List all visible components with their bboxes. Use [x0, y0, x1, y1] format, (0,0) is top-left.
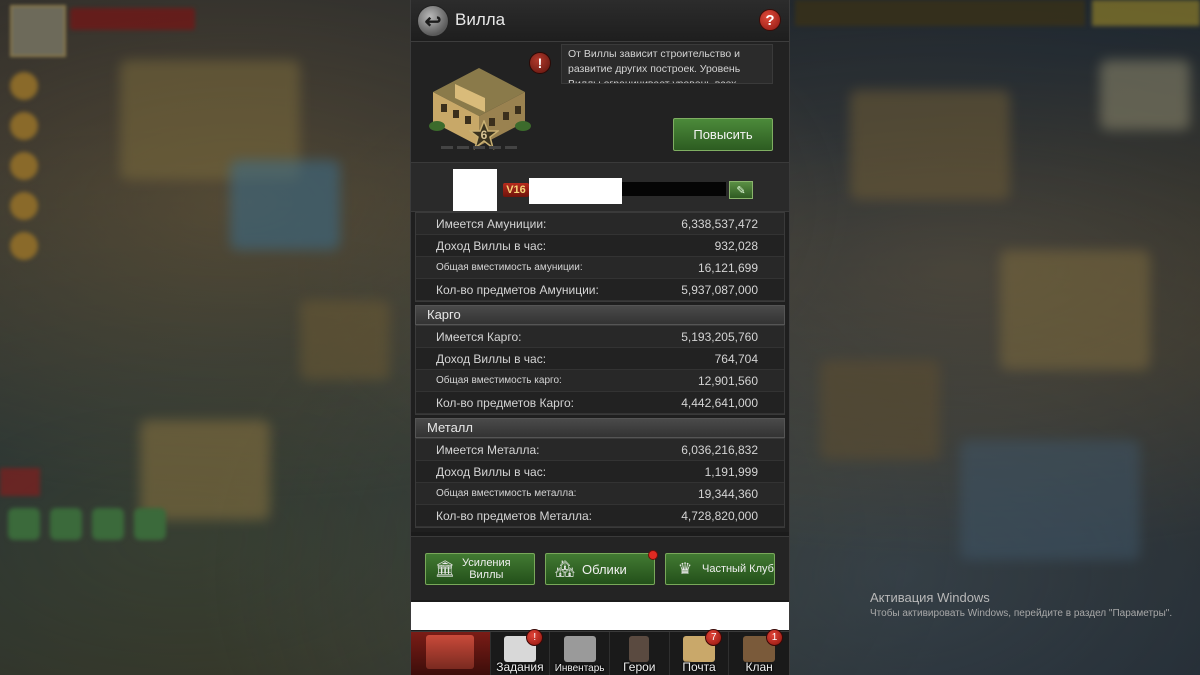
skins-button[interactable]: 🏘 Облики [545, 550, 658, 585]
pencil-icon: ✎ [736, 184, 746, 197]
table-row: Имеется Карго: 5,193,205,760 [416, 326, 784, 348]
help-button[interactable]: ? [759, 9, 781, 31]
heroes-icon [629, 636, 650, 662]
villa-panel: ↩ Вилла ? 6 ! От Виллы зависит строитель… [410, 0, 790, 675]
page-title: Вилла [455, 10, 506, 29]
nav-mail[interactable]: 7 Почта [670, 629, 730, 675]
info-warning-icon: ! [529, 52, 551, 74]
hud-avatar[interactable] [10, 5, 66, 57]
villa-info: 6 ! От Виллы зависит строительство и раз… [411, 42, 789, 162]
private-club-button[interactable]: ♛ Частный Клуб [665, 553, 775, 585]
table-row: Общая вместимость металла: 19,344,360 [416, 483, 784, 505]
watermark-subtitle: Чтобы активировать Windows, перейдите в … [870, 608, 1173, 619]
tasks-badge: ! [526, 629, 544, 646]
villa-description[interactable]: От Виллы зависит строительство и развити… [561, 44, 773, 84]
villa-level: 6 [480, 128, 488, 142]
hud-resource-bar [70, 8, 195, 30]
banner-placeholder [411, 602, 789, 630]
hud-bottom-icon[interactable] [134, 508, 166, 540]
windows-activation-watermark: Активация Windows Чтобы активировать Win… [870, 590, 1172, 619]
right-hud-bar [795, 0, 1085, 26]
player-title-bar [622, 182, 726, 196]
vip-badge: V16 [503, 183, 529, 197]
bottom-nav: ! Задания Инвентарь Герои 7 Почта 1 Клан [411, 629, 789, 675]
notification-dot [648, 550, 658, 560]
table-row: Имеется Амуниции: 6,338,537,472 [416, 213, 784, 235]
hud-bottom-icon[interactable] [8, 508, 40, 540]
table-row: Кол-во предметов Металла: 4,728,820,000 [416, 505, 784, 527]
table-row: Общая вместимость карго: 12,901,560 [416, 370, 784, 392]
nav-heroes[interactable]: Герои [610, 632, 670, 675]
hud-side-icon[interactable] [10, 152, 38, 180]
section-header-cargo: Карго [415, 305, 785, 325]
table-row: Имеется Металла: 6,036,216,832 [416, 439, 784, 461]
upgrade-button[interactable]: Повысить [673, 118, 773, 151]
hud-side-icon[interactable] [10, 192, 38, 220]
hud-side-tab[interactable] [0, 468, 40, 496]
player-row: V16 ✎ [411, 162, 789, 212]
right-hud-button[interactable] [1092, 0, 1200, 26]
player-avatar[interactable] [453, 169, 497, 211]
player-name-redacted [529, 178, 622, 204]
villa-boosts-button[interactable]: 🏛 Усиления Виллы [425, 553, 535, 585]
villa-boost-icon: 🏛 [434, 561, 456, 578]
table-row: Кол-во предметов Амуниции: 5,937,087,000 [416, 279, 784, 301]
table-row: Доход Виллы в час: 1,191,999 [416, 461, 784, 483]
left-hud [0, 0, 410, 675]
ammo-section: Имеется Амуниции: 6,338,537,472 Доход Вил… [415, 212, 785, 302]
question-icon: ? [765, 11, 775, 29]
nav-clan[interactable]: 1 Клан [729, 629, 789, 675]
club-icon: ♛ [677, 561, 693, 578]
edit-name-button[interactable]: ✎ [729, 181, 753, 199]
level-progress-dashes [441, 146, 517, 149]
nav-inventory[interactable]: Инвентарь [550, 632, 610, 675]
table-row: Доход Виллы в час: 932,028 [416, 235, 784, 257]
cargo-section: Имеется Карго: 5,193,205,760 Доход Виллы … [415, 325, 785, 415]
section-header-metal: Металл [415, 418, 785, 438]
action-buttons: 🏛 Усиления Виллы 🏘 Облики ♛ Частный Клуб [411, 536, 789, 600]
hud-side-icon[interactable] [10, 232, 38, 260]
hud-bottom-icon[interactable] [50, 508, 82, 540]
resources-list[interactable]: Имеется Амуниции: 6,338,537,472 Доход Вил… [411, 212, 789, 532]
title-bar: ↩ Вилла ? [411, 0, 789, 42]
hud-side-icon[interactable] [10, 72, 38, 100]
hud-side-icon[interactable] [10, 112, 38, 140]
nav-villa[interactable] [411, 632, 491, 675]
table-row: Доход Виллы в час: 764,704 [416, 348, 784, 370]
mail-badge: 7 [705, 629, 723, 646]
table-row: Кол-во предметов Карго: 4,442,641,000 [416, 392, 784, 414]
watermark-title: Активация Windows [870, 590, 990, 605]
hud-bottom-icon[interactable] [92, 508, 124, 540]
metal-section: Имеется Металла: 6,036,216,832 Доход Вилл… [415, 438, 785, 528]
back-arrow-icon: ↩ [424, 10, 442, 33]
back-button[interactable]: ↩ [417, 5, 449, 37]
skins-icon: 🏘 [554, 561, 576, 578]
villa-nav-icon [426, 635, 475, 669]
clan-badge: 1 [766, 629, 784, 646]
inventory-icon [563, 636, 596, 662]
nav-tasks[interactable]: ! Задания [491, 629, 551, 675]
table-row: Общая вместимость амуниции: 16,121,699 [416, 257, 784, 279]
